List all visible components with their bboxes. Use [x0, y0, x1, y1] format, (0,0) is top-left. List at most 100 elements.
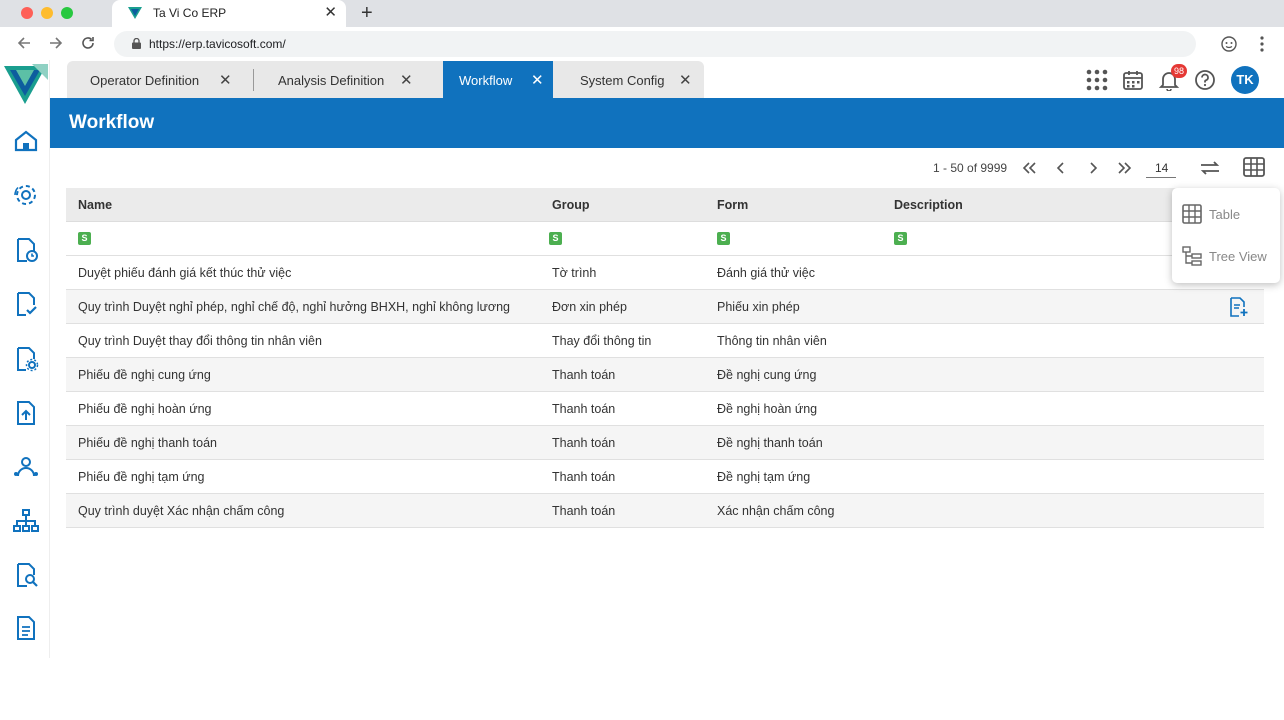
cell-form: Đánh giá thử việc [717, 266, 816, 280]
browser-tab-bar: Ta Vi Co ERP ✕ + [0, 0, 1284, 27]
table-row[interactable]: Quy trình Duyệt nghỉ phép, nghỉ chế độ, … [66, 290, 1264, 324]
tab-label: Operator Definition [90, 73, 200, 88]
new-tab-button[interactable]: + [361, 2, 373, 25]
tab-system-config[interactable]: System Config ✕ [553, 61, 704, 98]
form-filter-search-badge[interactable]: S [717, 232, 730, 245]
cell-name: Phiếu đề nghị cung ứng [78, 368, 211, 382]
user-network-icon[interactable] [13, 454, 39, 480]
cell-form: Phiếu xin phép [717, 300, 800, 314]
browser-tab-title: Ta Vi Co ERP [153, 6, 227, 20]
view-mode-table-icon[interactable] [1242, 156, 1266, 178]
cell-name: Duyệt phiếu đánh giá kết thúc thử việc [78, 266, 292, 280]
table-header-row: Name Group Form Description [66, 188, 1264, 222]
group-filter-search-badge[interactable]: S [549, 232, 562, 245]
column-header-name[interactable]: Name [78, 198, 112, 212]
table-row[interactable]: Phiếu đề nghị cung ứng Thanh toán Đề ngh… [66, 358, 1264, 392]
column-header-group[interactable]: Group [552, 198, 590, 212]
cell-group: Đơn xin phép [552, 300, 627, 314]
document-gear-icon[interactable] [13, 346, 39, 372]
description-filter-search-badge[interactable]: S [894, 232, 907, 245]
name-filter-search-badge[interactable]: S [78, 232, 91, 245]
tab-label: System Config [580, 73, 665, 88]
tree-view-icon [1182, 246, 1202, 266]
refresh-swap-icon[interactable] [1198, 157, 1222, 179]
back-arrow-icon[interactable] [15, 34, 33, 52]
cell-name: Phiếu đề nghị hoàn ứng [78, 402, 212, 416]
cell-group: Thanh toán [552, 368, 616, 382]
home-icon[interactable] [13, 128, 39, 154]
cell-form: Đề nghị tạm ứng [717, 470, 811, 484]
cell-group: Thay đổi thông tin [552, 334, 652, 348]
tab-close-icon[interactable]: ✕ [219, 71, 232, 89]
calendar-icon[interactable] [1122, 69, 1144, 91]
lock-icon [132, 38, 141, 49]
org-chart-icon[interactable] [13, 508, 39, 534]
document-icon[interactable] [13, 615, 39, 641]
view-option-table[interactable]: Table [1180, 202, 1276, 228]
page-size-input[interactable] [1146, 159, 1176, 178]
browser-tab[interactable]: Ta Vi Co ERP ✕ [112, 0, 346, 27]
table-row[interactable]: Duyệt phiếu đánh giá kết thúc thử việc T… [66, 256, 1264, 290]
cell-name: Phiếu đề nghị thanh toán [78, 436, 218, 450]
notification-count-badge: 98 [1171, 64, 1187, 78]
table-row[interactable]: Phiếu đề nghị hoàn ứng Thanh toán Đề ngh… [66, 392, 1264, 426]
app-tab-strip: Operator Definition ✕ Analysis Definitio… [67, 61, 704, 98]
cell-form: Đề nghị thanh toán [717, 436, 823, 450]
url-text: https://erp.tavicosoft.com/ [149, 37, 286, 51]
tab-label: Analysis Definition [278, 73, 385, 88]
column-header-description[interactable]: Description [894, 198, 963, 212]
view-mode-menu: Table Tree View [1172, 188, 1280, 283]
browser-menu-icon[interactable] [1254, 35, 1270, 53]
previous-page-icon[interactable] [1054, 161, 1068, 175]
cell-form: Thông tin nhân viên [717, 334, 827, 348]
view-option-tree-view[interactable]: Tree View [1180, 244, 1276, 270]
tab-workflow[interactable]: Workflow ✕ [443, 61, 553, 98]
company-logo[interactable] [2, 60, 48, 106]
filter-row: S S S S [66, 222, 1264, 256]
forward-arrow-icon[interactable] [47, 34, 65, 52]
cell-form: Đề nghị hoàn ứng [717, 402, 818, 416]
tab-analysis-definition[interactable]: Analysis Definition ✕ [254, 61, 443, 98]
last-page-icon[interactable] [1116, 161, 1134, 175]
page-title: Workflow [69, 112, 155, 133]
document-search-icon[interactable] [13, 562, 39, 588]
cell-form: Xác nhận chấm công [717, 504, 835, 518]
cell-group: Thanh toán [552, 504, 616, 518]
apps-grid-icon[interactable] [1086, 69, 1108, 91]
next-page-icon[interactable] [1086, 161, 1100, 175]
add-document-icon[interactable] [1228, 297, 1248, 317]
tab-close-icon[interactable]: ✕ [531, 71, 544, 89]
table-row[interactable]: Phiếu đề nghị tạm ứng Thanh toán Đề nghị… [66, 460, 1264, 494]
window-close-button[interactable] [21, 7, 33, 19]
extension-icon[interactable] [1220, 35, 1238, 53]
document-clock-icon[interactable] [13, 237, 39, 263]
document-upload-icon[interactable] [13, 400, 39, 426]
first-page-icon[interactable] [1020, 161, 1038, 175]
table-row[interactable]: Quy trình Duyệt thay đổi thông tin nhân … [66, 324, 1264, 358]
view-option-label: Table [1209, 207, 1241, 222]
table-row[interactable]: Quy trình duyệt Xác nhận chấm công Thanh… [66, 494, 1264, 528]
table-row[interactable]: Phiếu đề nghị thanh toán Thanh toán Đề n… [66, 426, 1264, 460]
tab-close-icon[interactable]: ✕ [400, 71, 413, 89]
page-header-banner: Workflow [50, 98, 1284, 148]
cell-name: Quy trình Duyệt nghỉ phép, nghỉ chế độ, … [78, 300, 511, 314]
cell-group: Thanh toán [552, 402, 616, 416]
document-check-icon[interactable] [13, 291, 39, 317]
settings-cycle-icon[interactable] [13, 182, 39, 208]
browser-tab-close-button[interactable]: ✕ [324, 4, 337, 22]
reload-icon[interactable] [79, 34, 97, 52]
pagination-range: 1 - 50 of 9999 [933, 161, 1008, 175]
user-avatar[interactable]: TK [1231, 66, 1259, 94]
window-minimize-button[interactable] [41, 7, 53, 19]
column-header-form[interactable]: Form [717, 198, 748, 212]
cell-group: Thanh toán [552, 436, 616, 450]
table-icon [1182, 204, 1202, 224]
help-icon[interactable] [1194, 69, 1216, 91]
cell-name: Phiếu đề nghị tạm ứng [78, 470, 205, 484]
tab-operator-definition[interactable]: Operator Definition ✕ [67, 61, 253, 98]
tab-close-icon[interactable]: ✕ [679, 71, 692, 89]
cell-form: Đề nghị cung ứng [717, 368, 817, 382]
cell-name: Quy trình Duyệt thay đổi thông tin nhân … [78, 334, 322, 348]
url-bar[interactable]: https://erp.tavicosoft.com/ [114, 31, 1196, 57]
window-maximize-button[interactable] [61, 7, 73, 19]
